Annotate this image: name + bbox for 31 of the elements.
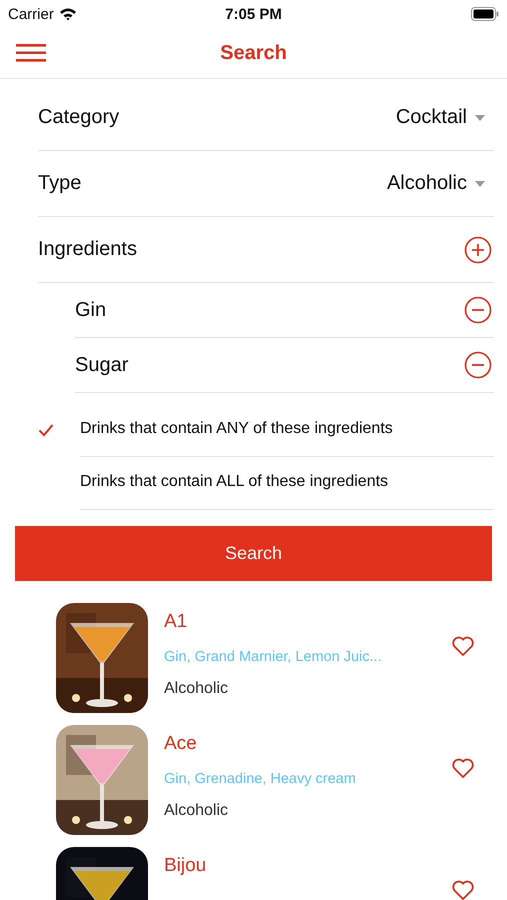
drink-type: Alcoholic <box>164 802 230 820</box>
screen-title: Search <box>220 42 287 64</box>
ingredient-label: Sugar <box>75 354 128 376</box>
option-item[interactable]: Drinks that contain ANY of these ingredients <box>80 402 494 456</box>
heart-icon[interactable] <box>451 756 475 780</box>
drink-type: Alcoholic <box>164 680 230 698</box>
field-label: Category <box>38 106 120 129</box>
menu-icon[interactable] <box>16 43 46 63</box>
ingredients-text: Gin, Grand Marnier, Lemon Juic... <box>164 649 383 665</box>
caret-icon <box>475 180 485 186</box>
carrier-label: Carrier <box>8 6 54 22</box>
remove-icon[interactable] <box>464 296 492 324</box>
search-button[interactable]: Search <box>15 526 492 581</box>
heart-icon[interactable] <box>451 634 475 658</box>
clock: 7:05 PM <box>225 6 282 22</box>
remove-icon[interactable] <box>464 351 492 379</box>
add-icon[interactable] <box>464 236 492 264</box>
ingredients-text: Gin, Grenadine, Heavy cream <box>164 771 357 787</box>
field-label: Ingredients <box>38 238 137 261</box>
wifi-icon <box>58 7 77 21</box>
field-label: Type <box>38 172 82 195</box>
option-item[interactable]: Drinks that contain ALL of these ingredients <box>80 456 494 510</box>
heart-icon[interactable] <box>451 878 475 900</box>
drink-name[interactable]: Ace <box>164 733 451 755</box>
drink-name[interactable]: A1 <box>164 611 451 633</box>
battery-icon <box>471 7 499 21</box>
ingredient-label: Gin <box>75 298 106 322</box>
caret-icon <box>475 114 485 120</box>
dropdown-value[interactable]: Alcoholic <box>386 172 467 195</box>
dropdown-value[interactable]: Cocktail <box>396 106 467 129</box>
drink-name[interactable]: Bijou <box>164 855 451 877</box>
